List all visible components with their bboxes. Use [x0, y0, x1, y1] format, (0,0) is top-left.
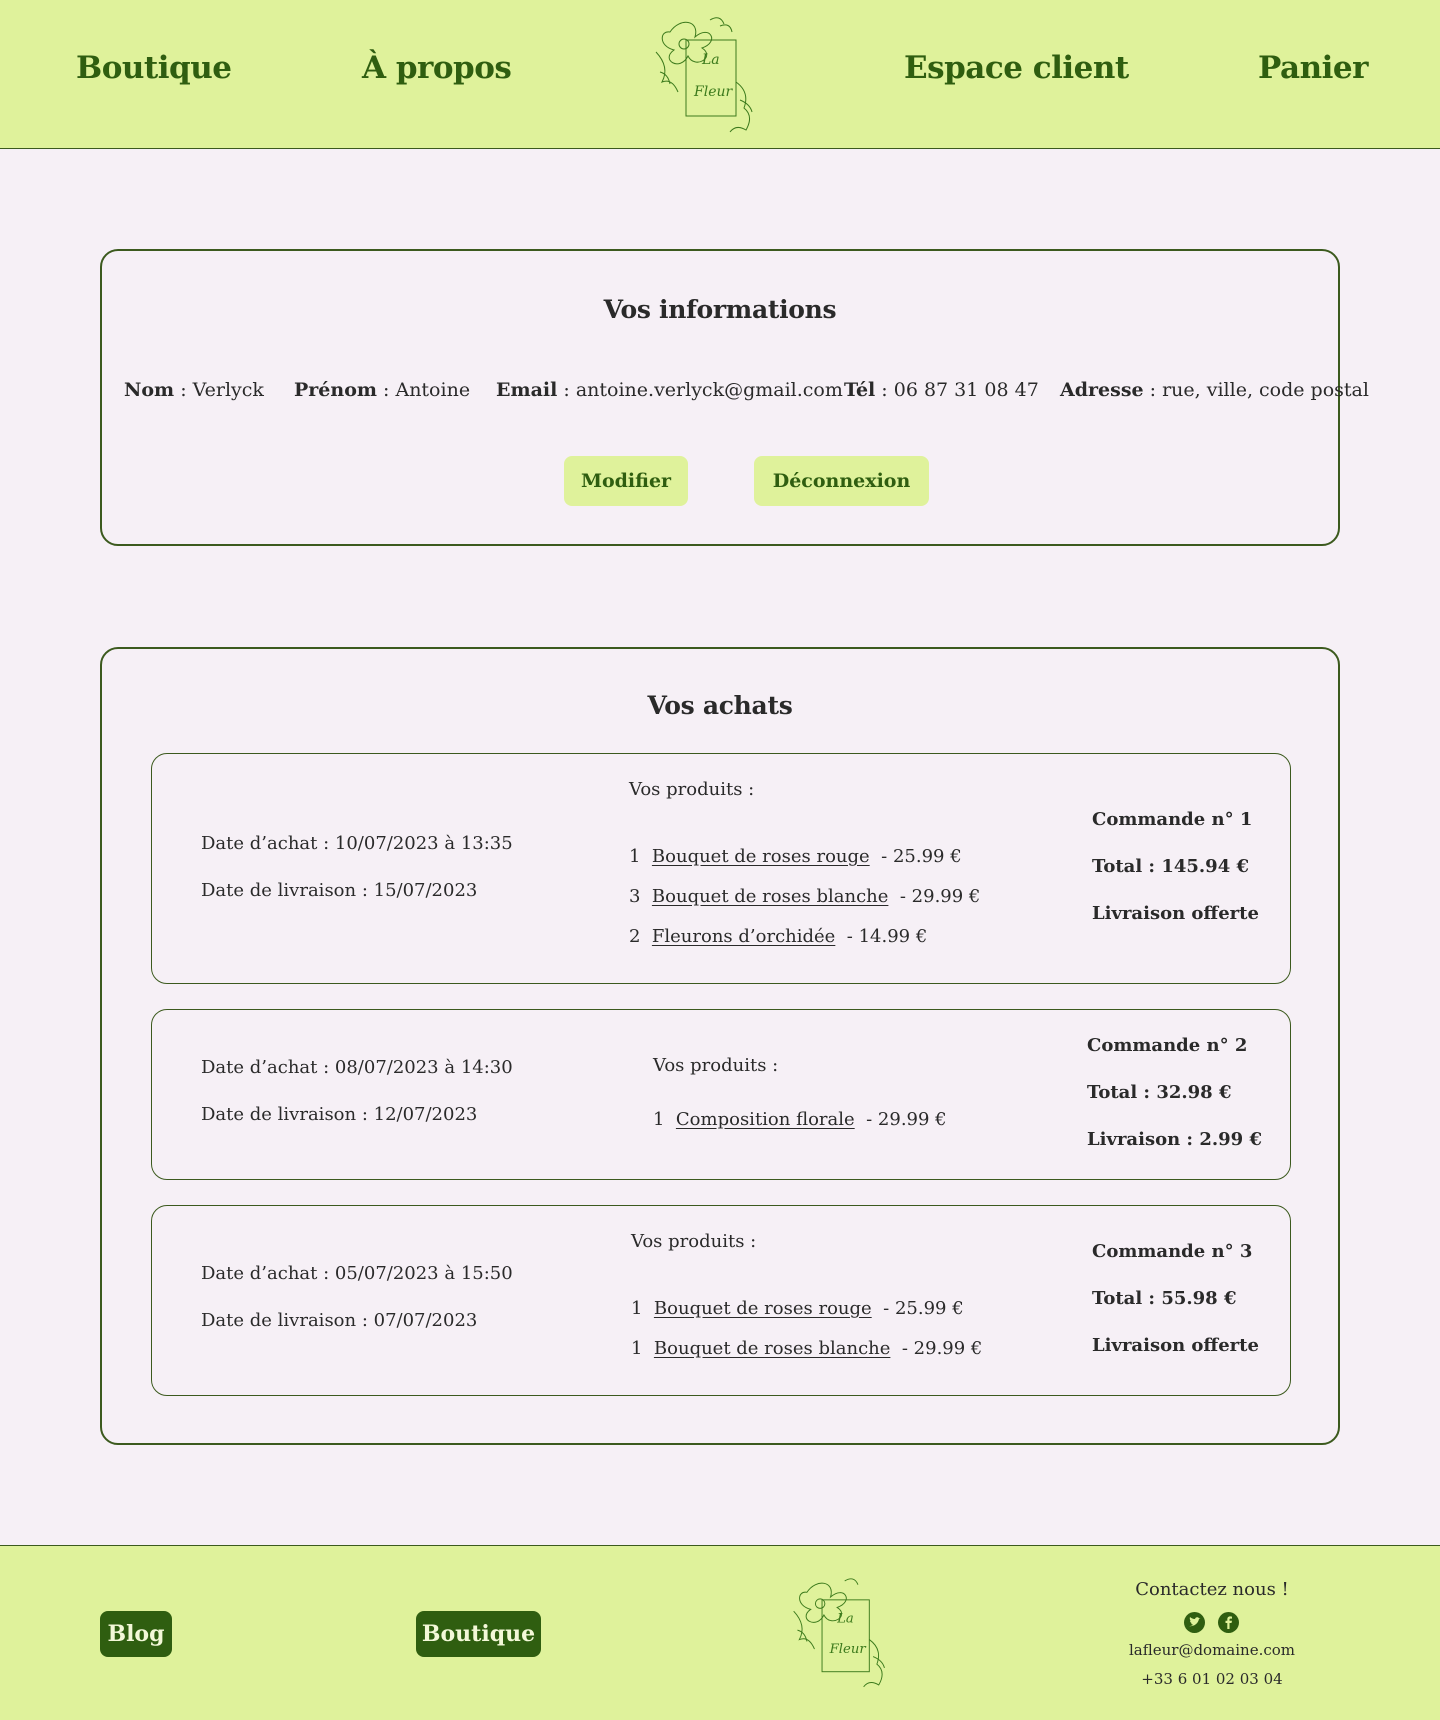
site-footer: Blog Boutique La Fleur Contactez nous ! …	[0, 1545, 1440, 1720]
products-label: Vos produits :	[653, 1055, 779, 1076]
footer-email[interactable]: lafleur@domaine.com	[1112, 1641, 1312, 1659]
order-card: Date d’achat : 05/07/2023 à 15:50 Date d…	[151, 1205, 1291, 1396]
nav-a-propos[interactable]: À propos	[362, 50, 512, 86]
products-label: Vos produits :	[631, 1231, 757, 1252]
footer-logo[interactable]: La Fleur	[788, 1572, 892, 1692]
nav-boutique[interactable]: Boutique	[76, 50, 232, 86]
info-email: Email : antoine.verlyck@gmail.com	[496, 379, 843, 401]
order-total: Total : 145.94 €	[1092, 856, 1250, 877]
purchases-card: Vos achats Date d’achat : 10/07/2023 à 1…	[100, 647, 1340, 1445]
nav-panier[interactable]: Panier	[1258, 50, 1368, 86]
product-line: 1 Bouquet de roses blanche - 29.99 €	[631, 1338, 983, 1359]
delivery-date: Date de livraison : 07/07/2023	[201, 1310, 478, 1331]
purchase-date: Date d’achat : 08/07/2023 à 14:30	[201, 1057, 513, 1078]
product-line: 1 Bouquet de roses rouge - 25.99 €	[631, 1298, 964, 1319]
delivery-date: Date de livraison : 12/07/2023	[201, 1104, 478, 1125]
info-tel: Tél : 06 87 31 08 47	[844, 379, 1039, 401]
svg-text:Fleur: Fleur	[829, 1642, 867, 1657]
order-number: Commande n° 3	[1092, 1241, 1253, 1262]
flower-logo-icon: La Fleur	[793, 1578, 885, 1688]
products-label: Vos produits :	[629, 779, 755, 800]
svg-text:La: La	[836, 1612, 854, 1627]
order-number: Commande n° 2	[1087, 1035, 1248, 1056]
site-header: Boutique À propos La Fleur Espace client…	[0, 0, 1440, 149]
modify-button[interactable]: Modifier	[564, 456, 688, 506]
purchases-title: Vos achats	[647, 691, 793, 720]
info-prenom: Prénom : Antoine	[294, 379, 471, 401]
product-line: 1 Bouquet de roses rouge - 25.99 €	[629, 846, 962, 867]
product-line: 2 Fleurons d’orchidée - 14.99 €	[629, 926, 928, 947]
order-total: Total : 32.98 €	[1087, 1082, 1232, 1103]
order-number: Commande n° 1	[1092, 809, 1253, 830]
svg-text:La: La	[701, 52, 720, 68]
product-link[interactable]: Bouquet de roses blanche	[652, 886, 889, 907]
product-line: 3 Bouquet de roses blanche - 29.99 €	[629, 886, 981, 907]
purchase-date: Date d’achat : 10/07/2023 à 13:35	[201, 833, 513, 854]
twitter-icon[interactable]	[1184, 1612, 1205, 1633]
flower-logo-icon: La Fleur	[655, 17, 753, 133]
info-title: Vos informations	[603, 295, 837, 324]
info-adresse: Adresse : rue, ville, code postal	[1060, 379, 1369, 401]
footer-blog-button[interactable]: Blog	[100, 1611, 172, 1657]
order-card: Date d’achat : 10/07/2023 à 13:35 Date d…	[151, 753, 1291, 984]
site-logo[interactable]: La Fleur	[650, 12, 760, 136]
order-shipping: Livraison offerte	[1092, 903, 1259, 924]
product-link[interactable]: Bouquet de roses rouge	[652, 846, 870, 867]
product-link[interactable]: Fleurons d’orchidée	[652, 926, 835, 947]
product-line: 1 Composition florale - 29.99 €	[653, 1109, 947, 1130]
order-card: Date d’achat : 08/07/2023 à 14:30 Date d…	[151, 1009, 1291, 1180]
delivery-date: Date de livraison : 15/07/2023	[201, 880, 478, 901]
order-shipping: Livraison offerte	[1092, 1335, 1259, 1356]
order-shipping: Livraison : 2.99 €	[1087, 1129, 1262, 1150]
svg-text:Fleur: Fleur	[693, 84, 733, 100]
contact-title: Contactez nous !	[1135, 1579, 1289, 1600]
logout-button[interactable]: Déconnexion	[754, 456, 929, 506]
product-link[interactable]: Bouquet de roses rouge	[654, 1298, 872, 1319]
nav-espace-client[interactable]: Espace client	[904, 50, 1129, 86]
facebook-icon[interactable]	[1218, 1612, 1239, 1633]
footer-phone: +33 6 01 02 03 04	[1141, 1670, 1283, 1688]
footer-boutique-button[interactable]: Boutique	[416, 1611, 541, 1657]
info-card: Vos informations Nom : Verlyck Prénom : …	[100, 249, 1369, 546]
info-nom: Nom : Verlyck	[124, 379, 264, 401]
product-link[interactable]: Composition florale	[676, 1109, 855, 1130]
order-total: Total : 55.98 €	[1092, 1288, 1237, 1309]
product-link[interactable]: Bouquet de roses blanche	[654, 1338, 891, 1359]
purchase-date: Date d’achat : 05/07/2023 à 15:50	[201, 1263, 513, 1284]
